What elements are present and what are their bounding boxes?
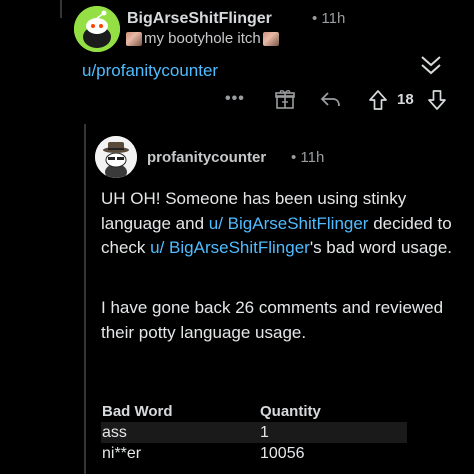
comment-body-paragraph: UH OH! Someone has been using stinky lan…: [101, 187, 461, 261]
flair-text: my bootyhole itch: [144, 30, 261, 47]
user-mention-link[interactable]: u/ BigArseShitFlinger: [150, 238, 310, 257]
upvote-arrow-icon[interactable]: [368, 89, 388, 116]
mention-link[interactable]: u/profanitycounter: [82, 61, 218, 81]
avatar[interactable]: [95, 136, 137, 178]
flair-emoji-icon: [262, 31, 279, 46]
nested-thread-line[interactable]: [84, 124, 86, 474]
table-cell: ass: [102, 423, 127, 441]
gift-award-icon[interactable]: [274, 88, 296, 115]
comment-body-paragraph: I have gone back 26 comments and reviewe…: [101, 298, 444, 342]
snoo-avatar-icon: [74, 6, 120, 52]
parent-username[interactable]: BigArseShitFlinger: [127, 10, 272, 28]
parent-timestamp: • 11h: [312, 10, 346, 27]
table-row: ass 1: [101, 422, 407, 443]
table-cell: 10056: [260, 444, 305, 462]
user-mention-link[interactable]: u/ BigArseShitFlinger: [209, 214, 369, 233]
table-cell: ni**er: [102, 444, 142, 462]
comment-thread: BigArseShitFlinger • 11h my bootyhole it…: [0, 0, 474, 474]
body-text: 's bad word usage.: [309, 238, 452, 257]
downvote-arrow-icon[interactable]: [427, 89, 447, 116]
reply-username[interactable]: profanitycounter: [147, 149, 266, 166]
user-flair: my bootyhole itch: [126, 30, 279, 47]
table-header-row: Bad Word Quantity: [101, 401, 407, 422]
comment-action-bar: ••• 18: [0, 88, 474, 114]
snoo-detective-avatar-icon: [95, 136, 137, 178]
flair-emoji-icon: [126, 31, 142, 46]
table-cell: 1: [260, 423, 269, 441]
table-header-cell: Bad Word: [102, 403, 173, 420]
table-header-cell: Quantity: [260, 403, 321, 420]
reply-timestamp: • 11h: [291, 149, 325, 166]
reply-arrow-icon[interactable]: [319, 90, 341, 115]
bad-word-table: Bad Word Quantity ass 1 ni**er 10056: [101, 401, 407, 464]
vote-score: 18: [397, 91, 414, 108]
thread-line[interactable]: [60, 0, 62, 18]
table-row: ni**er 10056: [101, 443, 407, 464]
avatar[interactable]: [74, 6, 120, 52]
more-options-button[interactable]: •••: [225, 90, 245, 108]
chevron-double-down-icon[interactable]: [418, 52, 444, 78]
